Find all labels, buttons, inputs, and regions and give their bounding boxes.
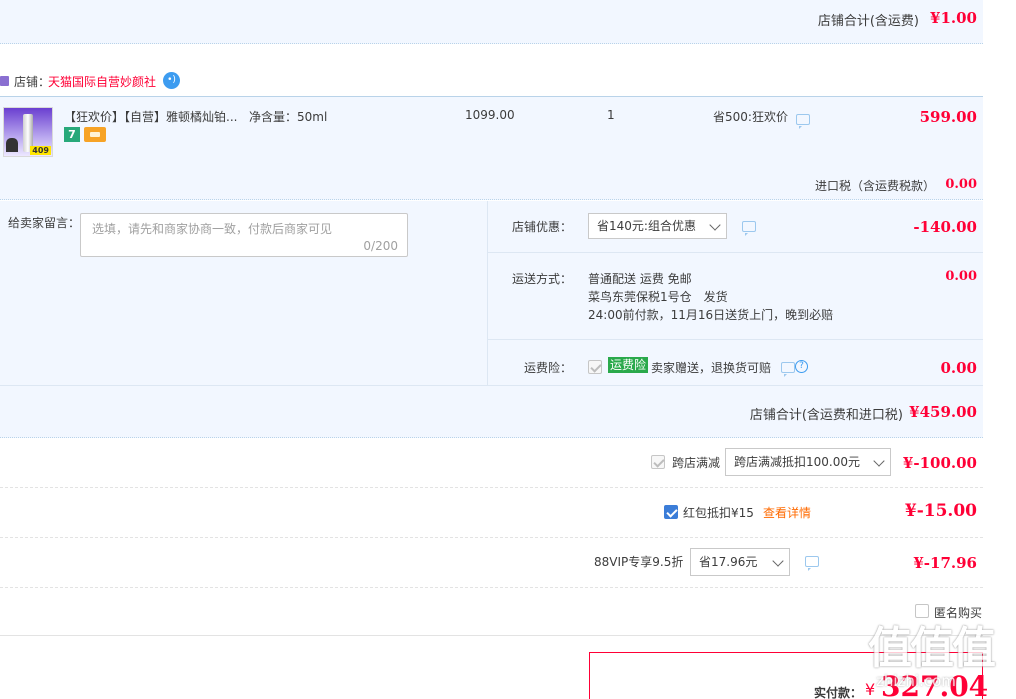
shop-total-value: ¥459.00 bbox=[909, 403, 977, 421]
vip-row: 88VIP专享9.5折 省17.96元 ¥-17.96 bbox=[0, 538, 983, 588]
tax-label: 进口税（含运费税款） bbox=[814, 179, 935, 193]
red-packet-checkbox[interactable] bbox=[664, 505, 678, 519]
options-area: 给卖家留言： 选填，请先和商家协商一致，付款后商家可见 0/200 店铺优惠： … bbox=[0, 201, 983, 385]
vip-select-value: 省17.96元 bbox=[699, 555, 758, 569]
chevron-down-icon bbox=[772, 555, 784, 567]
message-input[interactable]: 选填，请先和商家协商一致，付款后商家可见 0/200 bbox=[80, 213, 408, 257]
cross-store-label: 跨店满减 bbox=[672, 456, 721, 470]
cross-store-select-value: 跨店满减抵扣100.00元 bbox=[734, 455, 860, 469]
message-label: 给卖家留言： bbox=[8, 216, 81, 230]
discount-value: -140.00 bbox=[913, 218, 977, 236]
red-packet-value: ¥-15.00 bbox=[904, 501, 977, 521]
red-packet-row: 红包抵扣¥15 查看详情 ¥-15.00 bbox=[0, 488, 983, 538]
shop-name-link[interactable]: 天猫国际自营妙颜社 bbox=[48, 73, 156, 90]
item-spec: 净含量：50ml bbox=[249, 110, 328, 124]
red-packet-label: 红包抵扣¥15 bbox=[683, 506, 754, 520]
chevron-down-icon bbox=[873, 455, 885, 467]
cross-store-row: 跨店满减 跨店满减抵扣100.00元 ¥-100.00 bbox=[0, 438, 983, 488]
anonymous-row: 匿名购买 bbox=[0, 588, 983, 636]
thumb-price-badge: 409 bbox=[30, 146, 51, 155]
shop-total-row: 店铺合计(含运费和进口税) ¥459.00 bbox=[0, 385, 983, 438]
insurance-label: 运费险： bbox=[524, 361, 573, 375]
shipping-label: 运送方式： bbox=[512, 272, 573, 286]
cross-store-select[interactable]: 跨店满减抵扣100.00元 bbox=[725, 448, 891, 476]
item-promo: 省500:狂欢价 bbox=[713, 110, 788, 124]
message-counter: 0/200 bbox=[363, 239, 398, 253]
row-divider bbox=[488, 252, 983, 253]
row-divider bbox=[488, 339, 983, 340]
item-quantity: 1 bbox=[607, 108, 615, 122]
cross-store-value: ¥-100.00 bbox=[902, 454, 977, 472]
discount-select[interactable]: 省140元:组合优惠 bbox=[588, 213, 727, 239]
insurance-checkbox[interactable] bbox=[588, 360, 602, 374]
seven-day-return-icon: 7 bbox=[64, 127, 80, 142]
top-total-label: 店铺合计(含运费) bbox=[817, 14, 919, 29]
item-price: 599.00 bbox=[919, 108, 977, 126]
thumb-person bbox=[6, 138, 18, 152]
chevron-down-icon bbox=[709, 219, 721, 231]
red-packet-detail-link[interactable]: 查看详情 bbox=[763, 504, 811, 521]
insurance-chat-icon[interactable] bbox=[781, 362, 795, 377]
shipping-line1: 普通配送 运费 免邮 bbox=[588, 272, 692, 286]
discount-label: 店铺优惠： bbox=[512, 220, 573, 234]
vip-label: 88VIP专享9.5折 bbox=[594, 555, 684, 569]
shop-label: 店铺： bbox=[14, 75, 51, 89]
promo-chat-icon[interactable] bbox=[796, 114, 810, 129]
discount-select-value: 省140元:组合优惠 bbox=[597, 219, 696, 233]
shop-total-label: 店铺合计(含运费和进口税) bbox=[749, 408, 903, 423]
watermark: 值值值 zhizhi.com bbox=[868, 612, 1008, 699]
card-icon bbox=[84, 127, 106, 142]
watermark-logo: 值值值 bbox=[868, 623, 996, 674]
item-row: 409 【狂欢价】【自营】雅顿橘灿铂... 净含量：50ml 7 1099.00… bbox=[0, 96, 983, 200]
pane-divider bbox=[487, 201, 488, 385]
watermark-domain: zhizhi.com bbox=[876, 672, 956, 690]
pay-label: 实付款： bbox=[814, 686, 863, 699]
shipping-value: 0.00 bbox=[945, 269, 977, 284]
shop-icon bbox=[0, 76, 9, 86]
message-placeholder: 选填，请先和商家协商一致，付款后商家可见 bbox=[92, 222, 333, 236]
shipping-line3: 24:00前付款，11月16日送货上门，晚到必赔 bbox=[588, 308, 834, 322]
wangwang-icon[interactable]: •) bbox=[163, 72, 180, 89]
vip-chat-icon[interactable] bbox=[805, 556, 819, 571]
shipping-line2: 菜鸟东莞保税1号仓 发货 bbox=[588, 290, 728, 304]
vip-value: ¥-17.96 bbox=[913, 554, 977, 572]
help-icon[interactable]: ? bbox=[795, 360, 808, 373]
vip-select[interactable]: 省17.96元 bbox=[690, 548, 790, 576]
item-original-price: 1099.00 bbox=[465, 108, 515, 122]
cross-store-checkbox[interactable] bbox=[651, 455, 665, 469]
product-thumbnail[interactable]: 409 bbox=[3, 107, 53, 157]
insurance-text: 卖家赠送，退换货可赔 bbox=[651, 361, 772, 375]
discount-chat-icon[interactable] bbox=[742, 221, 756, 236]
tax-value: 0.00 bbox=[945, 177, 977, 192]
insurance-tag: 运费险 bbox=[608, 357, 649, 373]
item-title-link[interactable]: 【狂欢价】【自营】雅顿橘灿铂... bbox=[64, 108, 237, 125]
top-total-value: ¥1.00 bbox=[930, 9, 977, 27]
insurance-value: 0.00 bbox=[940, 359, 977, 377]
top-total-row: 店铺合计(含运费) ¥1.00 bbox=[0, 0, 983, 44]
